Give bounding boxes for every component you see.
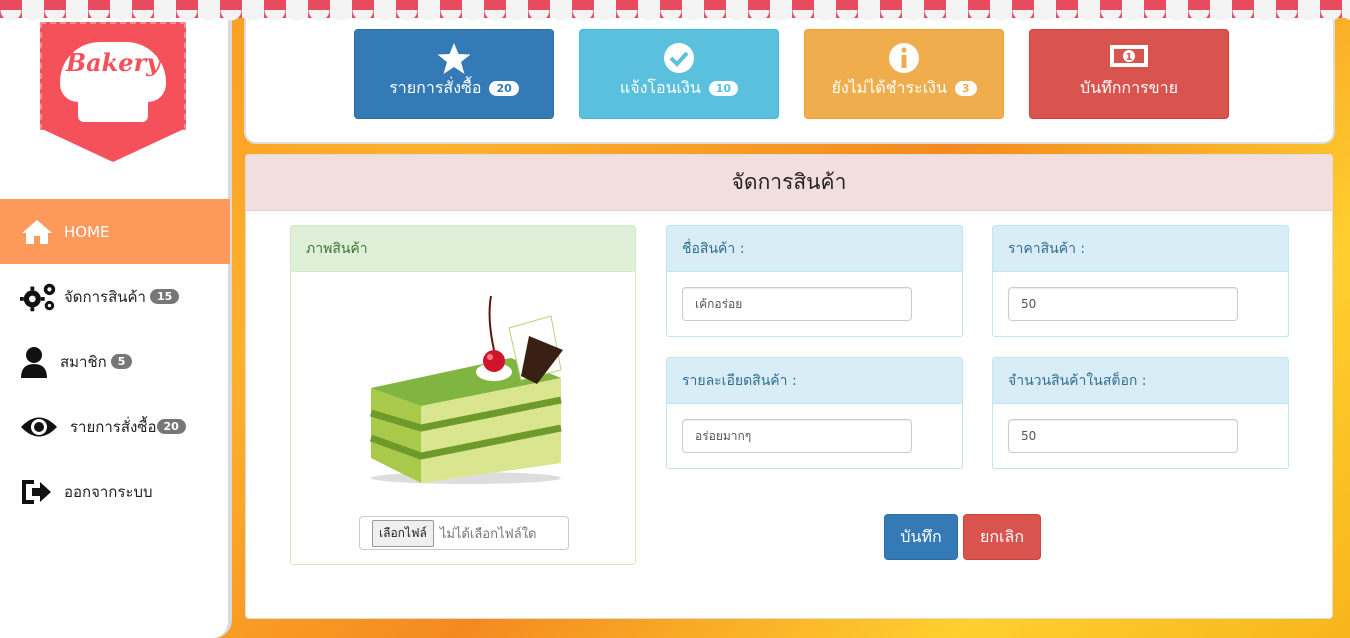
product-image-card: ภาพสินค้า เลือกไฟล์ ไม่ได้เลือกไฟล์ใด bbox=[290, 225, 636, 565]
logo-text: Bakery bbox=[65, 48, 161, 77]
star-icon bbox=[355, 30, 553, 74]
count-badge: 3 bbox=[954, 81, 977, 96]
product-detail-card: รายละเอียดสินค้า : bbox=[666, 357, 963, 469]
count-badge: 20 bbox=[156, 419, 186, 434]
orders-stat-button[interactable]: รายการสั่งซื้อ 20 bbox=[354, 29, 554, 119]
product-price-card: ราคาสินค้า : bbox=[992, 225, 1289, 337]
card-title: ราคาสินค้า : bbox=[993, 226, 1288, 272]
sidebar-item-members[interactable]: สมาชิก 5 bbox=[0, 329, 230, 394]
stat-label: แจ้งโอนเงิน bbox=[619, 78, 701, 97]
sidebar-item-orders[interactable]: รายการสั่งซื้อ 20 bbox=[0, 394, 230, 459]
file-status: ไม่ได้เลือกไฟล์ใด bbox=[439, 526, 537, 542]
sidebar-item-label: ออกจากระบบ bbox=[64, 482, 153, 501]
sidebar-item-home[interactable]: HOME bbox=[0, 199, 230, 264]
card-title: จำนวนสินค้าในสต็อก : bbox=[993, 358, 1288, 404]
card-title: รายละเอียดสินค้า : bbox=[667, 358, 962, 404]
check-circle-icon bbox=[580, 30, 778, 73]
count-badge: 5 bbox=[110, 354, 133, 369]
page-title: จัดการสินค้า bbox=[246, 155, 1332, 211]
user-icon bbox=[20, 346, 54, 378]
product-price-input[interactable] bbox=[1008, 287, 1238, 321]
bakery-logo[interactable]: Bakery bbox=[40, 22, 186, 162]
sidebar-item-label: สมาชิก bbox=[60, 352, 107, 371]
count-badge: 10 bbox=[708, 81, 739, 96]
product-name-input[interactable] bbox=[682, 287, 912, 321]
sidebar-item-logout[interactable]: ออกจากระบบ bbox=[0, 459, 230, 524]
card-title: ชื่อสินค้า : bbox=[667, 226, 962, 272]
transfer-stat-button[interactable]: แจ้งโอนเงิน 10 bbox=[579, 29, 779, 119]
stats-panel: รายการสั่งซื้อ 20 แจ้งโอนเงิน 10 ยังไม่ได้… bbox=[244, 12, 1335, 144]
sidebar: Bakery HOME จัดการสินค้า 15 สมาชิก 5 ราย… bbox=[0, 0, 232, 638]
sidebar-item-label: รายการสั่งซื้อ bbox=[70, 417, 157, 436]
home-icon bbox=[20, 216, 58, 248]
count-badge: 15 bbox=[149, 289, 180, 304]
cancel-button[interactable]: ยกเลิก bbox=[963, 514, 1041, 560]
sidebar-item-label: จัดการสินค้า bbox=[64, 287, 146, 306]
awning-decoration bbox=[0, 0, 1350, 22]
count-badge: 20 bbox=[489, 81, 519, 96]
product-detail-input[interactable] bbox=[682, 419, 912, 453]
product-name-card: ชื่อสินค้า : bbox=[666, 225, 963, 337]
stat-label: รายการสั่งซื้อ bbox=[389, 78, 482, 97]
gears-icon bbox=[20, 281, 58, 313]
sidebar-item-label: HOME bbox=[64, 222, 110, 241]
info-icon bbox=[805, 30, 1003, 73]
product-stock-input[interactable] bbox=[1008, 419, 1238, 453]
save-button[interactable]: บันทึก bbox=[884, 514, 958, 560]
stat-label: บันทึกการขาย bbox=[1080, 78, 1178, 97]
product-stock-card: จำนวนสินค้าในสต็อก : bbox=[992, 357, 1289, 469]
money-icon: 1 bbox=[1030, 30, 1228, 72]
unpaid-stat-button[interactable]: ยังไม่ได้ชำระเงิน 3 bbox=[804, 29, 1004, 119]
svg-text:1: 1 bbox=[1126, 52, 1133, 63]
sidebar-item-products[interactable]: จัดการสินค้า 15 bbox=[0, 264, 230, 329]
choose-file-button[interactable]: เลือกไฟล์ bbox=[372, 519, 434, 547]
logout-icon bbox=[20, 476, 58, 508]
file-input[interactable]: เลือกไฟล์ ไม่ได้เลือกไฟล์ใด bbox=[359, 516, 569, 550]
sidebar-nav: HOME จัดการสินค้า 15 สมาชิก 5 รายการสั่ง… bbox=[0, 199, 230, 524]
stat-label: ยังไม่ได้ชำระเงิน bbox=[831, 78, 947, 97]
product-image bbox=[361, 288, 571, 488]
card-title: ภาพสินค้า bbox=[291, 226, 635, 272]
manage-products-panel: จัดการสินค้า ภาพสินค้า เลือกไฟล์ ไม่ได้เ… bbox=[245, 154, 1333, 619]
sales-record-button[interactable]: 1 บันทึกการขาย bbox=[1029, 29, 1229, 119]
eye-icon bbox=[20, 411, 64, 443]
